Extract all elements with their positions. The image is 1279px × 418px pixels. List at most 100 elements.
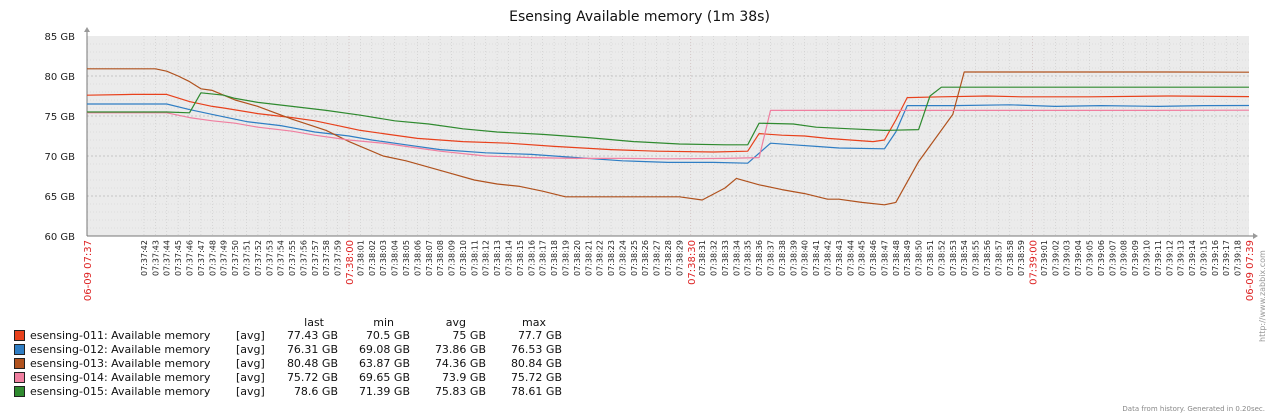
footer-note: Data from history. Generated in 0.20sec. bbox=[1122, 405, 1265, 413]
x-tick-label: 07:39:07 bbox=[1108, 240, 1117, 276]
x-tick-label: 07:39:18 bbox=[1234, 240, 1243, 276]
x-tick-label: 07:39:05 bbox=[1086, 240, 1095, 276]
x-tick-label: 07:38:52 bbox=[937, 240, 946, 276]
x-tick-label: 07:38:58 bbox=[1006, 240, 1015, 276]
x-tick-label: 07:38:41 bbox=[812, 240, 821, 276]
x-tick-label: 07:38:10 bbox=[459, 240, 468, 276]
x-axis-arrow bbox=[1253, 233, 1258, 239]
x-tick-label: 07:38:17 bbox=[539, 240, 548, 276]
x-tick-label: 07:37:59 bbox=[334, 240, 343, 276]
chart-container: 60 GB 65 GB 70 GB 75 GB 80 GB 85 GB 07:37:42 07… bbox=[0, 0, 1279, 418]
x-tick-label: 07:38:14 bbox=[505, 240, 514, 276]
x-tick-label: 07:37:48 bbox=[208, 240, 217, 276]
x-tick-label: 07:37:46 bbox=[186, 240, 195, 276]
chart-title: Esensing Available memory (1m 38s) bbox=[509, 9, 770, 25]
x-tick-label: 07:38:33 bbox=[721, 240, 730, 276]
x-tick-label: 07:37:56 bbox=[299, 240, 308, 276]
legend-series-name: esensing-014: Available memory bbox=[30, 371, 211, 384]
legend-series-name: esensing-013: Available memory bbox=[30, 357, 211, 370]
x-tick-label: 07:39:01 bbox=[1040, 240, 1049, 276]
x-tick-label: 07:37:44 bbox=[163, 240, 172, 276]
x-range-label: 06-09 07:37 bbox=[83, 240, 94, 301]
legend-func: [avg] bbox=[236, 385, 265, 398]
x-tick-label: 07:38:38 bbox=[778, 240, 787, 276]
x-tick-label: 07:38:01 bbox=[356, 240, 365, 276]
legend-avg: 74.36 GB bbox=[434, 357, 486, 370]
side-watermark: http://www.zabbix.com bbox=[1258, 250, 1272, 342]
legend-header-last: last bbox=[304, 316, 324, 329]
x-tick-label: 07:37:47 bbox=[197, 240, 206, 276]
legend-last: 75.72 GB bbox=[286, 371, 338, 384]
x-tick-label: 07:38:47 bbox=[880, 240, 889, 276]
legend-item: esensing-011: Available memory [avg] 77.… bbox=[14, 329, 574, 343]
x-tick-label: 07:38:09 bbox=[448, 240, 457, 276]
y-axis-arrow bbox=[84, 27, 90, 32]
legend-max: 75.72 GB bbox=[510, 371, 562, 384]
x-tick-label: 07:38:08 bbox=[436, 240, 445, 276]
x-tick-label: 07:38:40 bbox=[801, 240, 810, 276]
x-tick-label: 07:38:19 bbox=[561, 240, 570, 276]
legend-min: 69.08 GB bbox=[358, 343, 410, 356]
x-tick-label: 07:39:08 bbox=[1120, 240, 1129, 276]
x-tick-label: 07:38:35 bbox=[744, 240, 753, 276]
legend-avg: 75 GB bbox=[452, 329, 486, 342]
legend-avg: 75.83 GB bbox=[434, 385, 486, 398]
x-tick-label: 07:38:31 bbox=[698, 240, 707, 276]
x-tick-label: 07:39:02 bbox=[1051, 240, 1060, 276]
legend-max: 76.53 GB bbox=[510, 343, 562, 356]
legend-last: 80.48 GB bbox=[286, 357, 338, 370]
x-tick-label: 07:38:30 bbox=[687, 240, 698, 285]
x-tick-label: 07:38:55 bbox=[972, 240, 981, 276]
x-tick-label: 07:38:49 bbox=[903, 240, 912, 276]
x-tick-label: 07:37:55 bbox=[288, 240, 297, 276]
x-tick-label: 07:39:10 bbox=[1142, 240, 1151, 276]
x-tick-label: 07:37:53 bbox=[265, 240, 274, 276]
y-tick-label: 70 GB bbox=[44, 152, 75, 163]
x-tick-label: 07:38:28 bbox=[664, 240, 673, 276]
legend-header-min: min bbox=[373, 316, 394, 329]
x-tick-label: 07:39:14 bbox=[1188, 240, 1197, 276]
x-tick-label: 07:38:43 bbox=[835, 240, 844, 276]
x-tick-label: 07:39:15 bbox=[1199, 240, 1208, 276]
x-tick-label: 07:38:26 bbox=[641, 240, 650, 276]
legend-max: 77.7 GB bbox=[517, 329, 562, 342]
legend-func: [avg] bbox=[236, 343, 265, 356]
legend-func: [avg] bbox=[236, 357, 265, 370]
x-tick-label: 07:38:24 bbox=[618, 240, 627, 276]
x-tick-label: 07:38:48 bbox=[892, 240, 901, 276]
x-tick-label: 07:38:34 bbox=[732, 240, 741, 276]
legend-avg: 73.9 GB bbox=[441, 371, 486, 384]
x-tick-label: 07:38:00 bbox=[345, 240, 356, 285]
x-tick-label: 07:38:03 bbox=[379, 240, 388, 276]
x-tick-label: 07:38:16 bbox=[527, 240, 536, 276]
legend-series-name: esensing-012: Available memory bbox=[30, 343, 211, 356]
x-tick-label: 07:37:54 bbox=[277, 240, 286, 276]
x-tick-label: 07:39:00 bbox=[1029, 240, 1040, 285]
legend-last: 78.6 GB bbox=[293, 385, 338, 398]
y-tick-label: 75 GB bbox=[44, 112, 75, 123]
x-tick-label: 07:39:06 bbox=[1097, 240, 1106, 276]
legend-swatch bbox=[14, 372, 25, 383]
legend-avg: 73.86 GB bbox=[434, 343, 486, 356]
legend-min: 71.39 GB bbox=[358, 385, 410, 398]
legend-item: esensing-013: Available memory [avg] 80.… bbox=[14, 357, 574, 371]
x-tick-label: 07:39:04 bbox=[1074, 240, 1083, 276]
x-tick-label: 07:38:45 bbox=[858, 240, 867, 276]
x-tick-label: 07:37:51 bbox=[242, 240, 251, 276]
x-tick-label: 07:38:21 bbox=[584, 240, 593, 276]
x-tick-label: 07:38:25 bbox=[630, 240, 639, 276]
x-tick-label: 07:38:50 bbox=[915, 240, 924, 276]
y-tick-label: 85 GB bbox=[44, 32, 75, 43]
x-tick-label: 07:38:13 bbox=[493, 240, 502, 276]
x-tick-label: 07:37:43 bbox=[151, 240, 160, 276]
x-tick-label: 07:38:54 bbox=[960, 240, 969, 276]
x-tick-label: 07:38:23 bbox=[607, 240, 616, 276]
x-tick-label: 07:38:02 bbox=[368, 240, 377, 276]
x-tick-label: 07:38:51 bbox=[926, 240, 935, 276]
x-tick-label: 07:37:49 bbox=[220, 240, 229, 276]
legend-series-name: esensing-015: Available memory bbox=[30, 385, 211, 398]
legend-item: esensing-015: Available memory [avg] 78.… bbox=[14, 385, 574, 399]
x-tick-label: 07:37:58 bbox=[322, 240, 331, 276]
x-tick-label: 07:37:50 bbox=[231, 240, 240, 276]
x-tick-label: 07:38:37 bbox=[767, 240, 776, 276]
